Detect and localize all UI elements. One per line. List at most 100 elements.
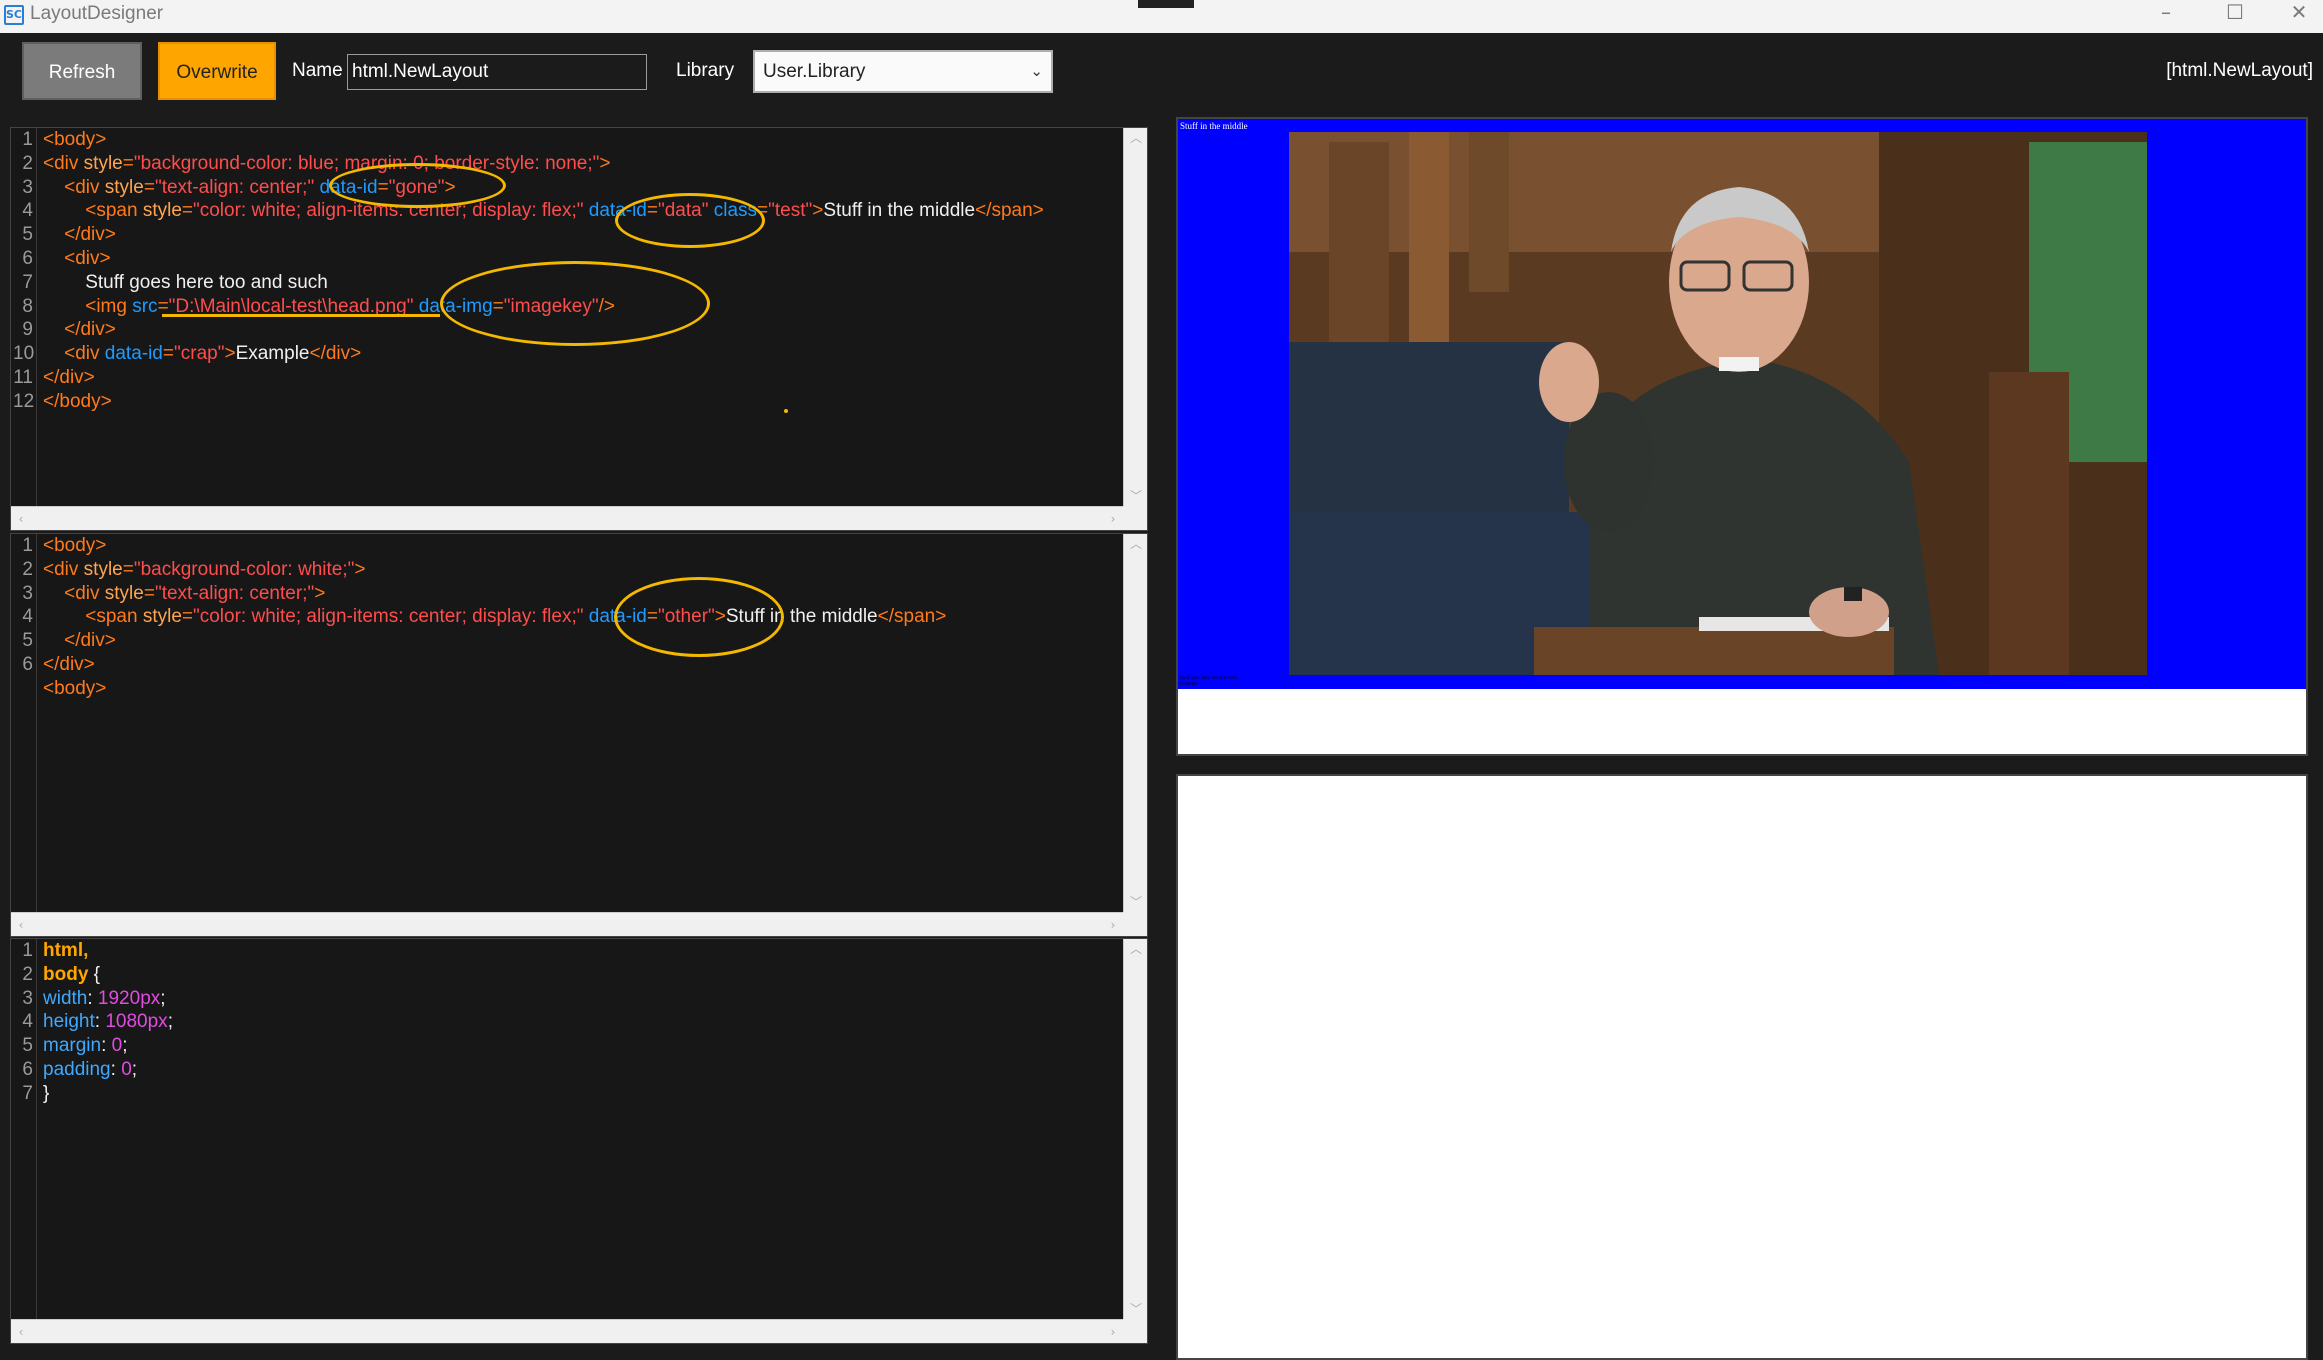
code-token: "text-align: center;" (154, 176, 315, 198)
code-token: html, (43, 940, 89, 961)
scroll-right-icon[interactable]: › (1103, 507, 1123, 531)
code-token: ; (167, 1011, 173, 1033)
line-number: 4 (22, 200, 33, 222)
code-token: 0 (111, 1035, 123, 1057)
layout-preview: Stuff in the middle Stuff goes here too … (1176, 117, 2308, 756)
code-token: > (314, 582, 326, 604)
scrollbar-corner (1123, 912, 1147, 936)
code-text: <img src="D:\Main\local-test\head.png" d… (43, 295, 615, 319)
html-editor[interactable]: 1 <body> 2 <div style="background-color: bl… (10, 127, 1148, 531)
code-token: style (142, 200, 182, 222)
line-number: 6 (22, 248, 33, 269)
code-token: data-id (314, 176, 378, 198)
scroll-up-icon[interactable]: ︿ (1124, 534, 1148, 554)
code-token: = (162, 343, 174, 365)
scroll-right-icon[interactable]: › (1103, 1320, 1123, 1344)
code-token: "crap" (174, 343, 225, 365)
code-text: width: 1920px; (43, 987, 166, 1011)
html-editor-secondary[interactable]: 1 <body> 2 <div style="background-color: wh… (10, 533, 1148, 937)
code-area[interactable]: 1 <body> 2 <div style="background-color: wh… (11, 534, 1121, 912)
current-layout-label: [html.NewLayout] (2166, 60, 2313, 81)
code-token: "data" (657, 200, 709, 222)
vertical-scrollbar[interactable]: ︿ ﹀ (1123, 128, 1147, 506)
window-title: LayoutDesigner (30, 3, 164, 24)
code-token: Example (235, 343, 310, 365)
line-number: 3 (22, 176, 33, 198)
vertical-scrollbar[interactable]: ︿ ﹀ (1123, 939, 1147, 1319)
code-token: Stuff in the middle (823, 200, 976, 222)
code-token: ; (160, 987, 166, 1009)
line-number: 5 (22, 1035, 33, 1057)
refresh-button[interactable]: Refresh (22, 42, 142, 100)
code-token: <div (43, 176, 105, 198)
code-token: <body> (43, 677, 107, 699)
scroll-down-icon[interactable]: ﹀ (1124, 1299, 1148, 1319)
code-token: "test" (768, 200, 813, 222)
scroll-down-icon[interactable]: ﹀ (1124, 486, 1148, 506)
scroll-up-icon[interactable]: ︿ (1124, 128, 1148, 148)
code-token: <div (43, 558, 84, 580)
code-area[interactable]: 1 html, 2 body {3 width: 1920px; 4 height: 108… (11, 939, 1121, 1319)
code-token: body (43, 963, 89, 985)
code-text: <div style="background-color: blue; marg… (43, 152, 610, 176)
horizontal-scrollbar[interactable]: ‹ › (11, 912, 1123, 936)
code-text: </div> (43, 629, 116, 653)
line-number: 1 (22, 129, 33, 150)
scroll-up-icon[interactable]: ︿ (1124, 939, 1148, 959)
library-label: Library (676, 60, 735, 81)
name-input[interactable] (347, 54, 647, 90)
line-number: 2 (22, 152, 33, 174)
code-text: padding: 0; (43, 1058, 137, 1082)
code-area[interactable]: 1 <body> 2 <div style="background-color: bl… (11, 128, 1121, 506)
code-text: </div> (43, 318, 116, 342)
library-select[interactable]: User.Library ⌄ (753, 50, 1053, 93)
vertical-scrollbar[interactable]: ︿ ﹀ (1123, 534, 1147, 912)
line-number: 8 (22, 295, 33, 317)
css-editor[interactable]: 1 html, 2 body {3 width: 1920px; 4 height: 108… (10, 938, 1148, 1344)
code-token: = (181, 606, 193, 628)
scroll-down-icon[interactable]: ﹀ (1124, 892, 1148, 912)
code-text: </div> (43, 223, 116, 247)
code-token: </span> (975, 200, 1044, 222)
code-token: = (646, 606, 658, 628)
code-token: ; (122, 1035, 128, 1057)
code-token: 0 (121, 1059, 132, 1080)
code-token: <body> (43, 129, 107, 150)
code-text: <div style="text-align: center;" data-id… (43, 176, 455, 200)
code-text: <body> (43, 128, 106, 152)
line-number: 4 (22, 606, 33, 628)
code-token: </div> (43, 654, 95, 675)
code-token: style (104, 582, 144, 604)
code-token: : (87, 987, 98, 1009)
minimize-icon[interactable]: – (2136, 0, 2196, 30)
code-token: </div> (43, 367, 95, 388)
code-token: <span (43, 606, 143, 628)
maximize-icon[interactable]: ☐ (2205, 0, 2265, 30)
overwrite-button[interactable]: Overwrite (158, 42, 276, 100)
code-token: > (714, 606, 726, 628)
line-number: 6 (22, 654, 33, 675)
code-text: <div> (43, 247, 111, 271)
code-token: <div (43, 152, 84, 174)
code-text: Stuff goes here too and such (43, 271, 328, 295)
code-token: = (377, 176, 389, 198)
scroll-right-icon[interactable]: › (1103, 913, 1123, 937)
code-text: } (43, 1082, 49, 1106)
scroll-left-icon[interactable]: ‹ (11, 913, 31, 937)
scroll-left-icon[interactable]: ‹ (11, 507, 31, 531)
code-token: data-id (104, 343, 163, 365)
line-number: 5 (22, 224, 33, 246)
code-text: <div style="text-align: center;"> (43, 582, 325, 606)
code-token: > (354, 558, 366, 580)
line-number: 5 (22, 630, 33, 652)
code-token: style (83, 558, 123, 580)
code-token: "other" (657, 606, 715, 628)
horizontal-scrollbar[interactable]: ‹ › (11, 506, 1123, 530)
line-number: 1 (22, 940, 33, 961)
code-token: = (143, 176, 155, 198)
close-icon[interactable]: ✕ (2275, 0, 2323, 30)
horizontal-scrollbar[interactable]: ‹ › (11, 1319, 1123, 1343)
code-text: <span style="color: white; align-items: … (43, 199, 1044, 223)
scroll-left-icon[interactable]: ‹ (11, 1320, 31, 1344)
code-token: <div> (43, 248, 111, 269)
